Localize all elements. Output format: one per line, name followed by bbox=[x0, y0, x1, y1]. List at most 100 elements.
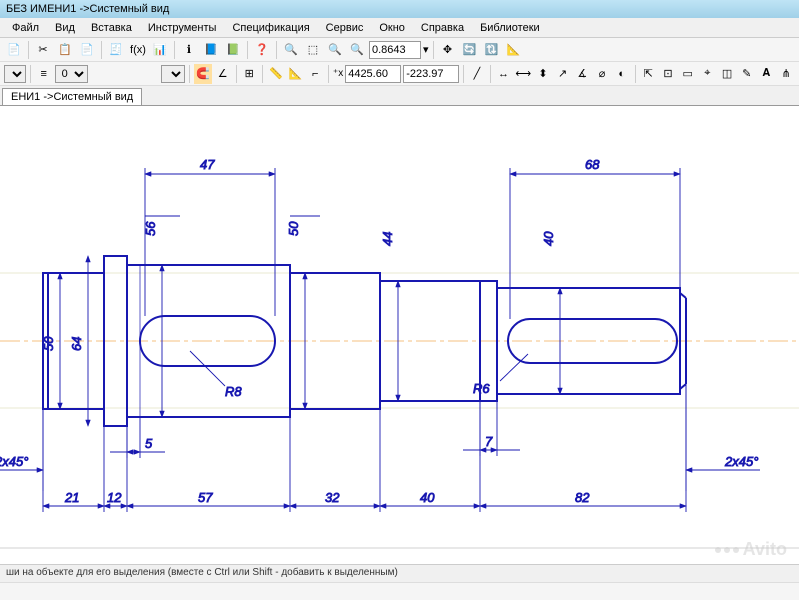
svg-text:68: 68 bbox=[585, 157, 600, 172]
menu-insert[interactable]: Вставка bbox=[83, 20, 140, 36]
separator bbox=[635, 65, 636, 83]
svg-text:40: 40 bbox=[420, 490, 435, 505]
variables-icon[interactable]: 📊 bbox=[150, 40, 170, 60]
anno7-icon[interactable]: 𝐀 bbox=[758, 64, 776, 84]
svg-text:57: 57 bbox=[198, 490, 213, 505]
canvas[interactable]: 47 68 56 50 44 40 50 64 R8 bbox=[0, 106, 799, 584]
dim2-icon[interactable]: ⟷ bbox=[514, 64, 532, 84]
separator bbox=[328, 65, 329, 83]
menu-help[interactable]: Справка bbox=[413, 20, 472, 36]
separator bbox=[101, 41, 102, 59]
menu-file[interactable]: Файл bbox=[4, 20, 47, 36]
ortho-icon[interactable]: ∠ bbox=[214, 64, 232, 84]
svg-text:2x45°: 2x45° bbox=[724, 454, 758, 469]
menu-view[interactable]: Вид bbox=[47, 20, 83, 36]
separator bbox=[247, 41, 248, 59]
zoom-fit-icon[interactable]: 🔍 bbox=[325, 40, 345, 60]
zoom-window-icon[interactable]: ⬚ bbox=[303, 40, 323, 60]
snap-icon[interactable]: 🧲 bbox=[194, 64, 212, 84]
help-icon[interactable]: ❓ bbox=[252, 40, 272, 60]
anno4-icon[interactable]: ⌖ bbox=[698, 64, 716, 84]
paste-icon[interactable]: 📄 bbox=[77, 40, 97, 60]
separator bbox=[433, 41, 434, 59]
cut-icon[interactable]: ✂ bbox=[33, 40, 53, 60]
combo-2[interactable] bbox=[161, 65, 185, 83]
copy-icon[interactable]: 📋 bbox=[55, 40, 75, 60]
window-title: БЕЗ ИМЕНИ1 ->Системный вид bbox=[6, 3, 169, 15]
anno3-icon[interactable]: ▭ bbox=[679, 64, 697, 84]
separator bbox=[28, 41, 29, 59]
combo-1[interactable] bbox=[4, 65, 26, 83]
dim4-icon[interactable]: ↗ bbox=[554, 64, 572, 84]
xy-label: ⁺x bbox=[333, 68, 343, 79]
menu-tools[interactable]: Инструменты bbox=[140, 20, 225, 36]
svg-text:44: 44 bbox=[380, 232, 395, 246]
zoom-in-icon[interactable]: 🔍 bbox=[281, 40, 301, 60]
toolbar-secondary: ≡ 0 🧲 ∠ ⊞ 📏 📐 ⌐ ⁺x ╱ ↔ ⟷ ⬍ ↗ ∡ ⌀ ◐ ⇱ ⊡ ▭… bbox=[0, 62, 799, 86]
svg-text:7: 7 bbox=[485, 434, 493, 449]
svg-text:82: 82 bbox=[575, 490, 590, 505]
dim7-icon[interactable]: ◐ bbox=[613, 64, 631, 84]
info3-icon[interactable]: 📗 bbox=[223, 40, 243, 60]
coord-x-input[interactable] bbox=[345, 65, 401, 83]
toolbar-main: 📄 ✂ 📋 📄 🧾 f(x) 📊 ℹ 📘 📗 ❓ 🔍 ⬚ 🔍 🔍 ▾ ✥ 🔄 🔃… bbox=[0, 38, 799, 62]
menu-service[interactable]: Сервис bbox=[318, 20, 372, 36]
status-bar-2 bbox=[0, 582, 799, 600]
svg-text:40: 40 bbox=[541, 231, 556, 246]
menu-window[interactable]: Окно bbox=[371, 20, 413, 36]
properties-icon[interactable]: 🧾 bbox=[106, 40, 126, 60]
zoom-input[interactable] bbox=[369, 41, 421, 59]
svg-text:64: 64 bbox=[69, 337, 84, 351]
separator bbox=[30, 65, 31, 83]
svg-text:50: 50 bbox=[286, 221, 301, 236]
dropdown-icon[interactable]: ▾ bbox=[423, 43, 429, 56]
anno1-icon[interactable]: ⇱ bbox=[639, 64, 657, 84]
separator bbox=[174, 41, 175, 59]
dim3-icon[interactable]: ⬍ bbox=[534, 64, 552, 84]
title-bar: БЕЗ ИМЕНИ1 ->Системный вид bbox=[0, 0, 799, 18]
coord-y-input[interactable] bbox=[403, 65, 459, 83]
dim5-icon[interactable]: ∡ bbox=[573, 64, 591, 84]
ruler1-icon[interactable]: 📏 bbox=[267, 64, 285, 84]
dim1-icon[interactable]: ↔ bbox=[495, 64, 513, 84]
tab-active[interactable]: ЕНИ1 ->Системный вид bbox=[2, 88, 142, 105]
separator bbox=[463, 65, 464, 83]
svg-text:50: 50 bbox=[41, 336, 56, 351]
info1-icon[interactable]: ℹ bbox=[179, 40, 199, 60]
fx-icon[interactable]: f(x) bbox=[128, 40, 148, 60]
status-bar: ши на объекте для его выделения (вместе … bbox=[0, 564, 799, 582]
separator bbox=[490, 65, 491, 83]
new-icon[interactable]: 📄 bbox=[4, 40, 24, 60]
anno2-icon[interactable]: ⊡ bbox=[659, 64, 677, 84]
line-icon[interactable]: ╱ bbox=[468, 64, 486, 84]
anno5-icon[interactable]: ◫ bbox=[718, 64, 736, 84]
svg-text:56: 56 bbox=[143, 221, 158, 236]
dim6-icon[interactable]: ⌀ bbox=[593, 64, 611, 84]
grid-icon[interactable]: ⊞ bbox=[240, 64, 258, 84]
svg-text:R6: R6 bbox=[473, 381, 490, 396]
svg-text:R8: R8 bbox=[225, 384, 242, 399]
anno6-icon[interactable]: ✎ bbox=[738, 64, 756, 84]
menu-spec[interactable]: Спецификация bbox=[224, 20, 317, 36]
orbit-icon[interactable]: 🔃 bbox=[482, 40, 502, 60]
tab-strip: ЕНИ1 ->Системный вид bbox=[0, 86, 799, 106]
refresh-icon[interactable]: 🔄 bbox=[460, 40, 480, 60]
menu-bar: Файл Вид Вставка Инструменты Спецификаци… bbox=[0, 18, 799, 38]
status-hint: ши на объекте для его выделения (вместе … bbox=[6, 567, 398, 578]
svg-text:2x45°: 2x45° bbox=[0, 454, 28, 469]
anno8-icon[interactable]: ⋔ bbox=[777, 64, 795, 84]
layers-icon[interactable]: ≡ bbox=[35, 64, 53, 84]
separator bbox=[189, 65, 190, 83]
pan-icon[interactable]: ✥ bbox=[438, 40, 458, 60]
ruler2-icon[interactable]: 📐 bbox=[287, 64, 305, 84]
separator bbox=[276, 41, 277, 59]
menu-libraries[interactable]: Библиотеки bbox=[472, 20, 548, 36]
svg-text:12: 12 bbox=[107, 490, 122, 505]
info2-icon[interactable]: 📘 bbox=[201, 40, 221, 60]
redraw-icon[interactable]: 📐 bbox=[504, 40, 524, 60]
layer-combo[interactable]: 0 bbox=[55, 65, 88, 83]
svg-text:32: 32 bbox=[325, 490, 340, 505]
axis-icon[interactable]: ⌐ bbox=[306, 64, 324, 84]
svg-text:21: 21 bbox=[64, 490, 79, 505]
zoom-prev-icon[interactable]: 🔍 bbox=[347, 40, 367, 60]
